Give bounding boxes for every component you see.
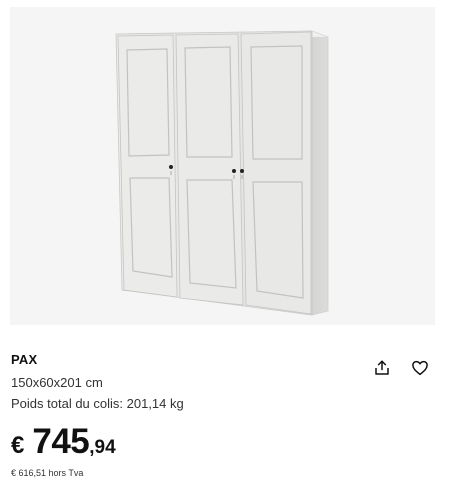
product-actions [370, 356, 432, 380]
wardrobe-illustration [115, 30, 329, 316]
share-icon [375, 360, 389, 375]
price-decimal: ,94 [89, 437, 116, 458]
price-integer: 745 [32, 422, 90, 461]
product-dimensions: 150x60x201 cm [11, 375, 103, 390]
heart-icon [412, 360, 428, 376]
product-image[interactable] [10, 7, 435, 325]
product-price: € 745 ,94 [11, 424, 371, 459]
favorite-button[interactable] [408, 356, 432, 380]
price-excluding-tax: € 616,51 hors Tva [11, 468, 84, 478]
share-button[interactable] [370, 356, 394, 380]
product-name[interactable]: PAX [11, 352, 371, 368]
product-info: PAX 150x60x201 cm Poids total du colis: … [11, 352, 371, 479]
price-currency: € [11, 432, 25, 459]
package-weight: Poids total du colis: 201,14 kg [11, 396, 184, 411]
